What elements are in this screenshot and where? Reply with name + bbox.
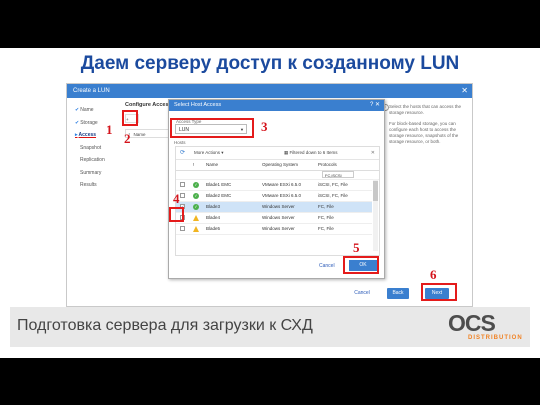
dialog-window-icons: ? ✕ [370, 100, 380, 111]
nav-item-replication[interactable]: Replication [75, 154, 125, 167]
step-number-4: 4 [173, 191, 180, 206]
close-icon[interactable]: ✕ [375, 102, 380, 108]
footer-text: Подготовка сервера для загрузки к СХД [17, 317, 313, 334]
dialog-cancel-button[interactable]: Cancel [319, 263, 335, 269]
protocol-filter-input[interactable]: FC,iSCSI [322, 171, 354, 178]
table-row[interactable]: Blade4 Windows Server FC, File [176, 213, 372, 224]
check-icon: ✔ [75, 107, 80, 113]
status-column-header: ! [193, 162, 195, 167]
column-filter-row: FC,iSCSI [176, 170, 379, 180]
step-number-6: 6 [430, 267, 437, 282]
hosts-toolbar: ⟳ More Actions ▾ ▦ Filtered down to 6 It… [176, 147, 379, 160]
ocs-logo: OCS DISTRIBUTION [448, 311, 528, 345]
ok-status-icon: ✓ [193, 204, 199, 210]
filter-status: ▦ Filtered down to 6 Items [284, 150, 338, 155]
row-checkbox[interactable] [180, 226, 185, 231]
wizard-cancel-button[interactable]: Cancel [351, 288, 373, 299]
host-protocols: FC, File [318, 226, 334, 231]
step-number-1: 1 [106, 122, 113, 137]
warning-icon [193, 215, 199, 221]
hosts-grid: ⟳ More Actions ▾ ▦ Filtered down to 6 It… [175, 146, 380, 256]
logo-main-text: OCS [448, 310, 496, 336]
close-icon[interactable]: ✕ [461, 84, 468, 98]
logo-sub-text: DISTRIBUTION [468, 335, 523, 341]
wizard-hint: i Select the hosts that can access the s… [382, 104, 469, 150]
grid-scrollbar[interactable] [373, 179, 378, 251]
hosts-label: Hosts [174, 140, 186, 145]
host-os: Windows Server [262, 226, 295, 231]
highlight-next-button [421, 283, 457, 301]
hint-paragraph-2: For block-based storage, you can configu… [389, 121, 459, 144]
host-protocols: iSCSI, FC, File [318, 182, 348, 187]
clear-filter-icon[interactable]: ✕ [371, 147, 375, 159]
hint-paragraph-1: Select the hosts that can access the sto… [389, 104, 462, 115]
arrow-icon: ▸ [75, 132, 78, 138]
host-protocols: FC, File [318, 204, 334, 209]
host-protocols: iSCSI, FC, File [318, 193, 348, 198]
ok-status-icon: ✓ [193, 182, 199, 188]
row-checkbox[interactable] [180, 193, 185, 198]
highlight-ok-button [343, 256, 379, 274]
protocols-column-header[interactable]: Protocols [318, 160, 337, 170]
highlight-access-type [170, 118, 254, 138]
table-row-selected[interactable]: ✓ ✓ Blade3 Windows Server FC, File [176, 202, 372, 213]
slide-title: Даем серверу доступ к созданному LUN [80, 53, 460, 74]
highlight-host-checkbox [169, 207, 184, 222]
host-os: Windows Server [262, 204, 295, 209]
nav-item-results[interactable]: Results [75, 179, 125, 192]
step-number-5: 5 [353, 240, 360, 255]
host-name: Blade4 [206, 215, 221, 220]
slide-footer: Подготовка сервера для загрузки к СХД OC… [10, 307, 530, 347]
table-row[interactable]: ✓ Blade2 EMC VMware ESXi 6.5.0 iSCSI, FC… [176, 191, 372, 202]
wizard-back-button[interactable]: Back [387, 288, 409, 299]
table-row[interactable]: ✓ Blade1 EMC VMware ESXi 6.5.0 iSCSI, FC… [176, 180, 372, 191]
host-os: VMware ESXi 6.5.0 [262, 193, 302, 198]
highlight-add-button [122, 110, 138, 126]
scroll-thumb[interactable] [373, 181, 378, 201]
host-name: Blade5 [206, 226, 221, 231]
host-name: Blade3 [206, 204, 221, 209]
step-number-3: 3 [261, 119, 268, 134]
host-os: Windows Server [262, 215, 295, 220]
check-icon: ✔ [75, 119, 80, 126]
configure-access-title: Configure Access [125, 102, 172, 108]
dialog-title: Select Host Access [169, 100, 384, 111]
nav-item-storage[interactable]: ✔Storage [75, 117, 125, 130]
row-checkbox[interactable] [180, 182, 185, 187]
table-row[interactable]: Blade5 Windows Server FC, File [176, 224, 372, 235]
name-column-header[interactable]: Name [206, 160, 218, 170]
os-column-header[interactable]: Operating System [262, 160, 298, 170]
ok-status-icon: ✓ [193, 193, 199, 199]
nav-item-summary[interactable]: Summary [75, 167, 125, 180]
help-icon[interactable]: ? [370, 102, 373, 108]
host-name: Blade2 EMC [206, 193, 232, 198]
host-protocols: FC, File [318, 215, 334, 220]
nav-item-access[interactable]: ▸Access [75, 129, 125, 142]
more-actions-menu[interactable]: More Actions ▾ [194, 147, 224, 159]
nav-item-snapshot[interactable]: Snapshot [75, 142, 125, 155]
wizard-nav: ✔Name ✔Storage ▸Access Snapshot Replicat… [75, 104, 125, 192]
host-name: Blade1 EMC [206, 182, 232, 187]
filter-icon: ▦ [284, 150, 289, 155]
nav-item-name[interactable]: ✔Name [75, 104, 125, 117]
refresh-icon[interactable]: ⟳ [180, 149, 185, 156]
warning-icon [193, 226, 199, 232]
host-os: VMware ESXi 6.5.0 [262, 182, 302, 187]
wizard-title: Create a LUN [67, 84, 472, 98]
step-number-2: 2 [124, 131, 131, 146]
